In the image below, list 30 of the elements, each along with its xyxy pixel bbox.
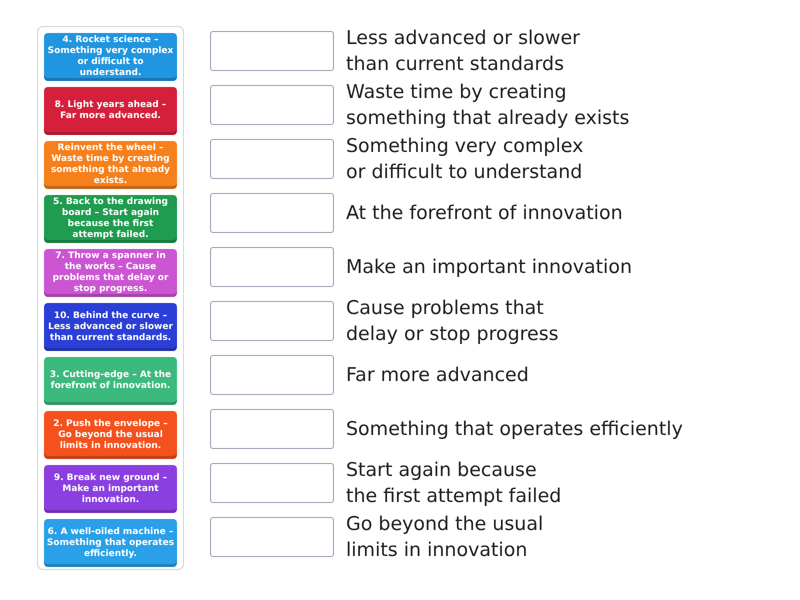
drop-box[interactable] [210, 85, 334, 125]
answer-card[interactable]: 3. Cutting-edge – At the forefront of innovation. [44, 357, 177, 405]
definition-text: Make an important innovation [346, 255, 632, 280]
drop-box[interactable] [210, 247, 334, 287]
definition-text: Waste time by creating something that already exists [346, 80, 630, 131]
definition-text: Far more advanced [346, 363, 529, 388]
answer-card[interactable]: 9. Break new ground – Make an important innovation. [44, 465, 177, 513]
answer-card[interactable]: 5. Back to the drawing board – Start again because the first attempt failed. [44, 195, 177, 243]
drop-box[interactable] [210, 409, 334, 449]
answer-card[interactable]: 4. Rocket science – Something very complex or difficult to understand. [44, 33, 177, 81]
drop-box[interactable] [210, 355, 334, 395]
definition-text: Cause problems that delay or stop progress [346, 296, 559, 347]
answer-card[interactable]: Reinvent the wheel – Waste time by creating something that already exists. [44, 141, 177, 189]
answer-card[interactable]: 6. A well-oiled machine – Something that operates efficiently. [44, 519, 177, 567]
drop-box[interactable] [210, 31, 334, 71]
definition-text: Start again because the first attempt failed [346, 458, 562, 509]
drop-box[interactable] [210, 517, 334, 557]
answer-card[interactable]: 2. Push the envelope – Go beyond the usual limits in innovation. [44, 411, 177, 459]
definition-text: At the forefront of innovation [346, 201, 623, 226]
answer-card[interactable]: 10. Behind the curve – Less advanced or slower than current standards. [44, 303, 177, 351]
drop-box[interactable] [210, 301, 334, 341]
answer-card[interactable]: 8. Light years ahead – Far more advanced. [44, 87, 177, 135]
definition-text: Something very complex or difficult to understand [346, 134, 584, 185]
definition-text: Go beyond the usual limits in innovation [346, 512, 544, 563]
drop-box[interactable] [210, 463, 334, 503]
answer-card[interactable]: 7. Throw a spanner in the works – Cause problems that delay or stop progress. [44, 249, 177, 297]
drop-box[interactable] [210, 139, 334, 179]
definition-text: Less advanced or slower than current standards [346, 26, 580, 77]
definition-text: Something that operates efficiently [346, 417, 683, 442]
drop-box[interactable] [210, 193, 334, 233]
